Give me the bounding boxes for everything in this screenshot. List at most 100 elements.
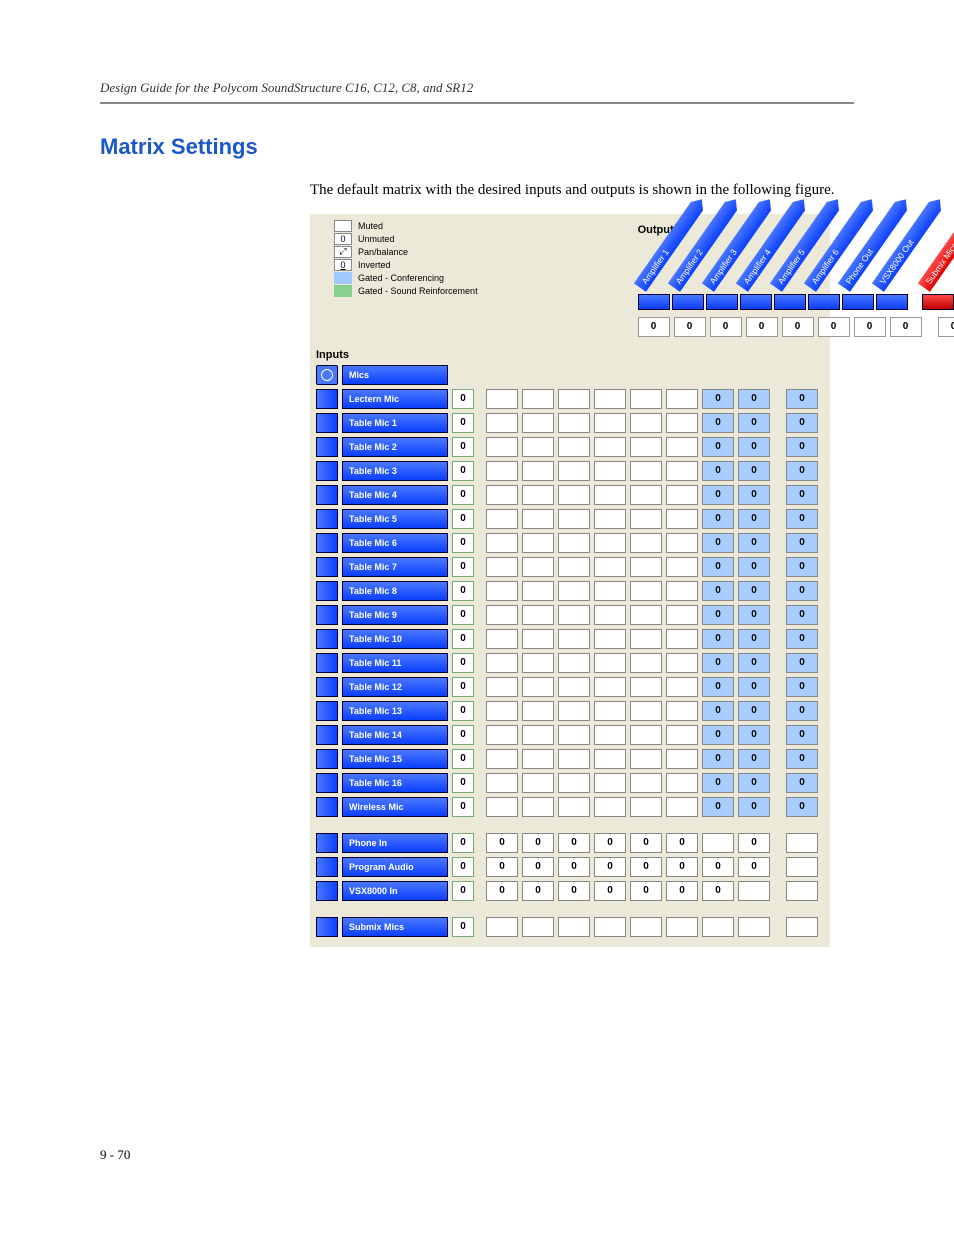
- crosspoint-cell[interactable]: 0: [738, 461, 770, 481]
- crosspoint-cell[interactable]: [786, 917, 818, 937]
- crosspoint-cell[interactable]: 0: [786, 437, 818, 457]
- input-type-cell[interactable]: [316, 773, 338, 793]
- crosspoint-cell[interactable]: [666, 749, 698, 769]
- crosspoint-cell[interactable]: [666, 653, 698, 673]
- crosspoint-cell[interactable]: 0: [666, 881, 698, 901]
- crosspoint-cell[interactable]: [630, 797, 662, 817]
- crosspoint-cell[interactable]: 0: [738, 857, 770, 877]
- crosspoint-cell[interactable]: 0: [702, 881, 734, 901]
- input-type-cell[interactable]: [316, 749, 338, 769]
- crosspoint-cell[interactable]: 0: [594, 833, 626, 853]
- input-type-cell[interactable]: [316, 605, 338, 625]
- crosspoint-cell[interactable]: 0: [786, 413, 818, 433]
- crosspoint-cell[interactable]: 0: [630, 881, 662, 901]
- output-fader[interactable]: 0: [710, 317, 742, 337]
- input-type-cell[interactable]: [316, 653, 338, 673]
- crosspoint-cell[interactable]: [486, 605, 518, 625]
- input-label[interactable]: Table Mic 8: [342, 581, 448, 601]
- crosspoint-cell[interactable]: 0: [702, 653, 734, 673]
- crosspoint-cell[interactable]: [558, 533, 590, 553]
- crosspoint-cell[interactable]: 0: [738, 725, 770, 745]
- crosspoint-cell[interactable]: 0: [702, 533, 734, 553]
- crosspoint-cell[interactable]: [558, 605, 590, 625]
- crosspoint-cell[interactable]: 0: [738, 605, 770, 625]
- crosspoint-cell[interactable]: 0: [786, 557, 818, 577]
- crosspoint-cell[interactable]: [630, 701, 662, 721]
- crosspoint-cell[interactable]: [594, 413, 626, 433]
- input-label[interactable]: Table Mic 14: [342, 725, 448, 745]
- crosspoint-cell[interactable]: [630, 389, 662, 409]
- crosspoint-cell[interactable]: 0: [738, 749, 770, 769]
- crosspoint-cell[interactable]: [522, 485, 554, 505]
- crosspoint-cell[interactable]: 0: [594, 881, 626, 901]
- crosspoint-cell[interactable]: [522, 557, 554, 577]
- crosspoint-cell[interactable]: [486, 437, 518, 457]
- crosspoint-cell[interactable]: [630, 485, 662, 505]
- input-label[interactable]: Table Mic 5: [342, 509, 448, 529]
- crosspoint-cell[interactable]: [594, 773, 626, 793]
- crosspoint-cell[interactable]: [594, 797, 626, 817]
- crosspoint-cell[interactable]: [522, 413, 554, 433]
- input-label[interactable]: Program Audio: [342, 857, 448, 877]
- crosspoint-cell[interactable]: [522, 629, 554, 649]
- crosspoint-cell[interactable]: [666, 677, 698, 697]
- crosspoint-cell[interactable]: [558, 413, 590, 433]
- output-fader[interactable]: 0: [890, 317, 922, 337]
- crosspoint-cell[interactable]: [630, 533, 662, 553]
- crosspoint-cell[interactable]: [666, 725, 698, 745]
- input-type-cell[interactable]: [316, 857, 338, 877]
- crosspoint-cell[interactable]: 0: [630, 857, 662, 877]
- crosspoint-cell[interactable]: [702, 833, 734, 853]
- input-type-cell[interactable]: [316, 413, 338, 433]
- crosspoint-cell[interactable]: [522, 917, 554, 937]
- crosspoint-cell[interactable]: 0: [666, 833, 698, 853]
- crosspoint-cell[interactable]: [522, 509, 554, 529]
- crosspoint-cell[interactable]: 0: [630, 833, 662, 853]
- crosspoint-cell[interactable]: 0: [786, 605, 818, 625]
- crosspoint-cell[interactable]: 0: [558, 881, 590, 901]
- crosspoint-cell[interactable]: 0: [786, 509, 818, 529]
- input-label[interactable]: Table Mic 3: [342, 461, 448, 481]
- crosspoint-cell[interactable]: [558, 509, 590, 529]
- crosspoint-cell[interactable]: 0: [738, 485, 770, 505]
- crosspoint-cell[interactable]: 0: [738, 833, 770, 853]
- input-fader[interactable]: 0: [452, 725, 474, 745]
- crosspoint-cell[interactable]: 0: [738, 629, 770, 649]
- crosspoint-cell[interactable]: [594, 629, 626, 649]
- crosspoint-cell[interactable]: [666, 413, 698, 433]
- input-fader[interactable]: 0: [452, 749, 474, 769]
- crosspoint-cell[interactable]: [594, 557, 626, 577]
- crosspoint-cell[interactable]: [486, 653, 518, 673]
- crosspoint-cell[interactable]: [486, 773, 518, 793]
- crosspoint-cell[interactable]: [666, 509, 698, 529]
- input-fader[interactable]: 0: [452, 509, 474, 529]
- output-type-cell[interactable]: [774, 294, 806, 310]
- crosspoint-cell[interactable]: [630, 917, 662, 937]
- crosspoint-cell[interactable]: [558, 653, 590, 673]
- crosspoint-cell[interactable]: [522, 749, 554, 769]
- crosspoint-cell[interactable]: [522, 533, 554, 553]
- crosspoint-cell[interactable]: [630, 677, 662, 697]
- crosspoint-cell[interactable]: [630, 581, 662, 601]
- input-type-cell[interactable]: [316, 629, 338, 649]
- crosspoint-cell[interactable]: [594, 461, 626, 481]
- input-fader[interactable]: 0: [452, 485, 474, 505]
- input-label[interactable]: Table Mic 11: [342, 653, 448, 673]
- crosspoint-cell[interactable]: [630, 413, 662, 433]
- crosspoint-cell[interactable]: 0: [738, 581, 770, 601]
- input-fader[interactable]: 0: [452, 533, 474, 553]
- crosspoint-cell[interactable]: [558, 461, 590, 481]
- crosspoint-cell[interactable]: [486, 677, 518, 697]
- crosspoint-cell[interactable]: [558, 701, 590, 721]
- output-type-cell[interactable]: [842, 294, 874, 310]
- crosspoint-cell[interactable]: [630, 509, 662, 529]
- input-type-cell[interactable]: [316, 701, 338, 721]
- crosspoint-cell[interactable]: [666, 701, 698, 721]
- crosspoint-cell[interactable]: [666, 581, 698, 601]
- input-label[interactable]: Table Mic 12: [342, 677, 448, 697]
- crosspoint-cell[interactable]: [558, 797, 590, 817]
- input-fader[interactable]: 0: [452, 773, 474, 793]
- crosspoint-cell[interactable]: [594, 749, 626, 769]
- input-label[interactable]: Wireless Mic: [342, 797, 448, 817]
- crosspoint-cell[interactable]: 0: [786, 653, 818, 673]
